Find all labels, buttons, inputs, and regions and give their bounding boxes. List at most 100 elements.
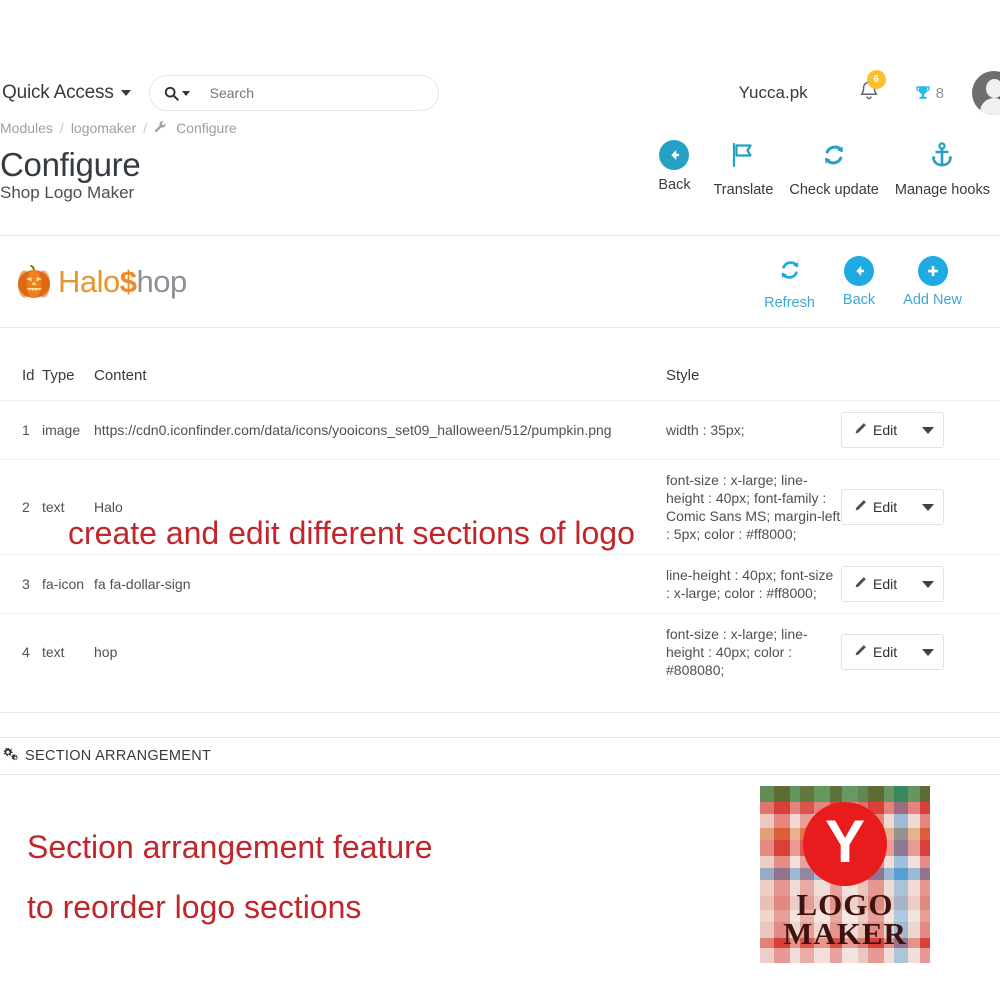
cell-type: fa-icon: [42, 554, 94, 614]
toolbar-manage-hooks-label: Manage hooks: [894, 182, 990, 198]
column-header-content: Content: [94, 345, 666, 401]
column-header-style: Style: [666, 345, 841, 401]
pencil-icon: [854, 644, 867, 660]
cell-style: line-height : 40px; font-size : x-large;…: [666, 554, 841, 614]
wrench-icon: [154, 120, 167, 136]
table-row: 1 image https://cdn0.iconfinder.com/data…: [0, 400, 1000, 460]
search-input[interactable]: [207, 84, 408, 102]
logo-preview-text: Halo$hop: [58, 264, 187, 300]
anchor-icon: [927, 140, 957, 175]
avatar[interactable]: [972, 71, 1000, 115]
search-icon[interactable]: [164, 86, 190, 101]
cell-actions: Edit: [841, 614, 1000, 691]
notifications-button[interactable]: 6: [858, 69, 886, 108]
edit-button[interactable]: Edit: [841, 566, 945, 602]
panel-back-label: Back: [842, 292, 876, 308]
quick-access-menu[interactable]: Quick Access: [0, 82, 131, 104]
shop-name-label[interactable]: Yucca.pk: [739, 83, 808, 103]
flag-icon: [728, 140, 758, 175]
avatar-head-shape: [985, 79, 1000, 98]
cell-type: image: [42, 400, 94, 460]
arrow-left-circle-icon: [844, 256, 875, 286]
edit-dropdown-toggle[interactable]: [913, 490, 943, 524]
logo-part-dollar: $: [119, 263, 137, 299]
cell-type: text: [42, 644, 65, 660]
chevron-down-icon: [922, 648, 935, 656]
panel-add-new-button[interactable]: Add New: [903, 256, 962, 308]
table-header-row: Id Type Content Style: [0, 345, 1000, 401]
breadcrumb-item-logomaker[interactable]: logomaker: [71, 120, 136, 136]
panel-back-button[interactable]: Back: [843, 256, 875, 308]
refresh-icon: [819, 140, 849, 175]
achievements-count: 8: [935, 84, 944, 102]
breadcrumb-item-modules[interactable]: Modules: [0, 120, 53, 136]
logo-maker-circle: Y: [803, 802, 887, 886]
chevron-down-icon: [922, 426, 935, 434]
toolbar-manage-hooks-button[interactable]: Manage hooks: [887, 140, 998, 198]
cell-style: width : 35px;: [666, 400, 841, 460]
edit-dropdown-toggle[interactable]: [913, 413, 943, 447]
section-arrangement-header: SECTION ARRANGEMENT: [0, 747, 211, 766]
section-arrangement-title: SECTION ARRANGEMENT: [25, 748, 212, 764]
pumpkin-icon: [16, 264, 52, 299]
column-header-type: Type: [42, 345, 94, 401]
chevron-down-icon: [922, 503, 935, 511]
top-navigation-bar: Quick Access Yucca.pk 6: [0, 62, 1000, 124]
edit-button-label: Edit: [873, 422, 898, 438]
toolbar-check-update-button[interactable]: Check update: [781, 140, 886, 198]
cell-actions: Edit: [841, 459, 1000, 555]
panel-add-new-label: Add New: [903, 292, 962, 308]
screenshot-root: Quick Access Yucca.pk 6: [0, 0, 1000, 1000]
cell-style: font-size : x-large; line-height : 40px;…: [666, 626, 808, 678]
plus-circle-icon: [917, 256, 948, 286]
chevron-down-icon: [922, 580, 935, 588]
edit-dropdown-toggle[interactable]: [913, 635, 943, 669]
search-type-chevron-down-icon[interactable]: [181, 90, 190, 96]
edit-button[interactable]: Edit: [841, 489, 945, 525]
search-box[interactable]: [148, 75, 439, 111]
breadcrumb-item-configure: Configure: [176, 120, 237, 136]
pencil-icon: [854, 422, 867, 438]
toolbar-back-label: Back: [658, 177, 691, 193]
column-header-id: Id: [0, 345, 42, 401]
toolbar-back-button[interactable]: Back: [643, 140, 705, 193]
edit-button[interactable]: Edit: [841, 634, 945, 670]
panel-refresh-button[interactable]: Refresh: [764, 256, 815, 311]
cell-id: 2: [0, 459, 42, 555]
cell-content: https://cdn0.iconfinder.com/data/icons/y…: [94, 400, 666, 460]
quick-access-label: Quick Access: [2, 82, 114, 103]
breadcrumb-separator: /: [143, 120, 148, 136]
logo-maker-badge-image: Y LOGO MAKER: [760, 786, 930, 963]
logo-maker-word-maker: MAKER: [783, 916, 907, 951]
cell-id: 1: [0, 400, 42, 460]
top-bar-right-cluster: Yucca.pk 6 8: [739, 69, 1000, 115]
logo-part-hop: hop: [136, 263, 188, 299]
logo-preview: Halo$hop: [0, 264, 187, 300]
toolbar-translate-label: Translate: [713, 182, 774, 198]
achievements-button[interactable]: 8: [914, 84, 944, 102]
table-row: 4 text hop font-size : x-large; line-hei…: [0, 614, 1000, 691]
logo-panel-action-bar: Refresh Back Add New: [764, 256, 1000, 311]
annotation-reorder-logo-sections: to reorder logo sections: [27, 889, 362, 925]
table-row: 3 fa-icon fa fa-dollar-sign line-height …: [0, 554, 1000, 614]
gears-icon: [2, 747, 19, 766]
logo-maker-letter: Y: [824, 808, 866, 875]
notification-count-badge: 6: [866, 69, 886, 89]
panel-refresh-label: Refresh: [764, 295, 815, 311]
edit-button[interactable]: Edit: [841, 412, 945, 448]
breadcrumb: Modules / logomaker / Configure: [0, 120, 237, 136]
cell-id: 3: [0, 554, 42, 614]
trophy-icon: [915, 86, 930, 99]
annotation-section-arrangement-feature: Section arrangement feature: [27, 829, 433, 865]
arrow-left-circle-icon: [659, 140, 690, 170]
edit-dropdown-toggle[interactable]: [913, 567, 943, 601]
cell-style: font-size : x-large; line-height : 40px;…: [666, 459, 841, 555]
cell-content: hop: [94, 644, 118, 660]
page-subtitle: Shop Logo Maker: [0, 183, 135, 202]
edit-button-label: Edit: [873, 499, 898, 515]
pencil-icon: [854, 499, 867, 515]
toolbar-translate-button[interactable]: Translate: [705, 140, 781, 198]
edit-button-label: Edit: [873, 576, 898, 592]
page-header-toolbar: Back Translate Check update Manage hooks: [643, 140, 998, 198]
cell-actions: Edit: [841, 554, 1000, 614]
